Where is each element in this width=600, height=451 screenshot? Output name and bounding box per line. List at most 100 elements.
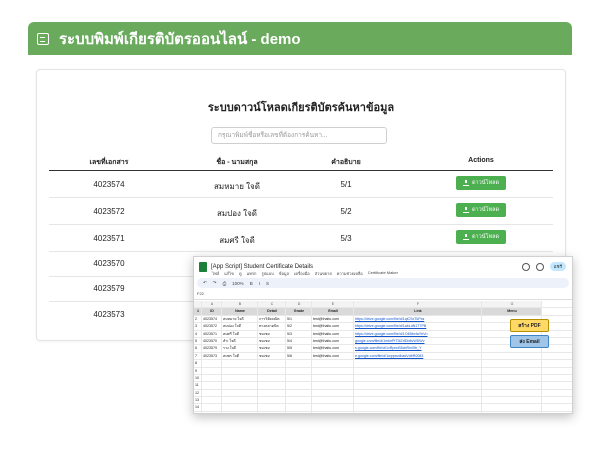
name-cell: สมศรี ใจดี — [219, 236, 255, 245]
menu-tools[interactable]: เครื่องมือ — [294, 270, 310, 277]
col-letter[interactable]: F — [354, 301, 482, 308]
row-number[interactable]: 14 — [194, 404, 202, 411]
cell[interactable]: 4023571 — [202, 330, 222, 337]
menu-view[interactable]: ดู — [239, 270, 242, 277]
cell[interactable]: 4023579 — [202, 345, 222, 352]
zoom-select[interactable]: 100% — [232, 281, 244, 286]
cell[interactable]: test@thaitu.com — [312, 330, 354, 337]
header-cell[interactable]: Email — [312, 308, 354, 315]
cell[interactable]: สมหมาย ใจดี — [222, 315, 258, 323]
download-button[interactable]: ดาวน์โหลด — [456, 176, 506, 190]
row-number[interactable]: 12 — [194, 389, 202, 397]
row-number[interactable]: 15 — [194, 411, 202, 413]
menu-help[interactable]: ความช่วยเหลือ — [337, 270, 363, 277]
cell[interactable]: ชมเชย — [258, 345, 286, 352]
row-number[interactable]: 1 — [194, 308, 202, 315]
comment-icon[interactable] — [535, 262, 544, 271]
link-cell[interactable]: google.com/file/d/1mkePIT3tZrfDb8vWDWv — [354, 337, 482, 345]
row-number[interactable]: 10 — [194, 374, 202, 382]
undo-icon[interactable]: ↶ — [203, 280, 207, 286]
row-number[interactable]: 13 — [194, 397, 202, 404]
strikethrough-icon[interactable]: S — [266, 281, 269, 286]
send-email-button[interactable]: ส่ง Email — [510, 335, 549, 348]
row-number[interactable]: 9 — [194, 367, 202, 374]
search-input[interactable] — [211, 127, 387, 144]
col-letter[interactable]: A — [202, 301, 222, 308]
header-cell[interactable]: Link — [354, 308, 482, 315]
menu-edit[interactable]: แก้ไข — [224, 270, 234, 277]
cell[interactable]: 5/4 — [286, 337, 312, 345]
row-number[interactable]: 3 — [194, 323, 202, 330]
cell[interactable] — [482, 352, 542, 360]
cell[interactable]: สมศรี ใจดี — [222, 330, 258, 337]
row-number[interactable]: 2 — [194, 315, 202, 323]
bold-icon[interactable]: B — [250, 281, 253, 286]
row-number[interactable]: 7 — [194, 352, 202, 360]
menu-format[interactable]: รูปแบบ — [261, 270, 273, 277]
cell[interactable]: สมพร ใจดี — [222, 352, 258, 360]
menu-data[interactable]: ข้อมูล — [279, 270, 289, 277]
header-cell[interactable]: Name — [222, 308, 258, 315]
link-cell[interactable]: https://drive.google.com/file/d/1qiCSxTk… — [354, 315, 482, 323]
create-pdf-button[interactable]: สร้าง PDF — [510, 319, 549, 332]
col-letter[interactable]: B — [222, 301, 258, 308]
cell[interactable]: 4023570 — [202, 337, 222, 345]
cell[interactable]: test@thaitu.com — [312, 337, 354, 345]
col-letter[interactable]: C — [258, 301, 286, 308]
cell[interactable]: ชมเชย — [258, 337, 286, 345]
sheet-row: 8 — [194, 360, 572, 368]
download-label: ดาวน์โหลด — [471, 234, 500, 240]
italic-icon[interactable]: I — [259, 281, 260, 286]
header-cell[interactable]: Grade — [286, 308, 312, 315]
cell[interactable]: test@thaitu.com — [312, 323, 354, 330]
row-number[interactable]: 4 — [194, 330, 202, 337]
cell[interactable]: test@thaitu.com — [312, 315, 354, 323]
cell[interactable]: 4023572 — [202, 323, 222, 330]
menu-certificate-maker[interactable]: Certificate Maker — [368, 270, 398, 277]
cell[interactable]: สำเ ใจดี — [222, 337, 258, 345]
share-button[interactable]: แชร์ — [549, 262, 566, 271]
header-cell[interactable]: Detail — [258, 308, 286, 315]
cell[interactable]: ชมเชย — [258, 352, 286, 360]
cell[interactable]: การวิจัยคณิต — [258, 315, 286, 323]
row-number[interactable]: 11 — [194, 382, 202, 389]
link-cell[interactable]: https://drive.google.com/file/d/1O4Bbcfa… — [354, 330, 482, 337]
menu-file[interactable]: ไฟล์ — [212, 270, 219, 277]
download-button[interactable]: ดาวน์โหลด — [456, 203, 506, 217]
download-icon — [462, 180, 469, 186]
menu-extensions[interactable]: ส่วนขยาย — [315, 270, 332, 277]
cell[interactable]: สมปอง ใจดี — [222, 323, 258, 330]
cell[interactable]: 5/1 — [286, 315, 312, 323]
cell[interactable]: test@thaitu.com — [312, 345, 354, 352]
sheet-row: 11 — [194, 382, 572, 390]
col-letter[interactable]: D — [286, 301, 312, 308]
formula-bar[interactable]: F22 — [194, 291, 572, 300]
cell[interactable]: 5/5 — [286, 345, 312, 352]
row-number[interactable]: 8 — [194, 360, 202, 367]
col-letter[interactable]: E — [312, 301, 354, 308]
col-letter[interactable]: G — [482, 301, 542, 308]
cell[interactable]: ทางตลาดบิต — [258, 323, 286, 330]
row-number[interactable]: 6 — [194, 345, 202, 352]
cell[interactable]: 5/2 — [286, 323, 312, 330]
cell[interactable]: 5/3 — [286, 330, 312, 337]
link-cell[interactable]: s.google.com/file/d/1vRpnnB5cbRm0fb_Y — [354, 345, 482, 352]
cell[interactable]: ชมเชย — [258, 330, 286, 337]
doc-no-cell: 4023573 — [93, 310, 125, 319]
print-icon[interactable]: ⎙ — [223, 281, 227, 286]
history-icon[interactable] — [521, 262, 530, 271]
doc-no-cell: 4023572 — [93, 207, 125, 216]
cell[interactable]: test@thaitu.com — [312, 352, 354, 360]
download-button[interactable]: ดาวน์โหลด — [456, 230, 506, 244]
row-number[interactable]: 5 — [194, 337, 202, 345]
menu-insert[interactable]: แทรก — [247, 270, 257, 277]
cell[interactable]: 4023574 — [202, 315, 222, 323]
link-cell[interactable]: e.google.com/file/d/1wppsvdbadVdbR0083 — [354, 352, 482, 360]
cell[interactable]: 5/6 — [286, 352, 312, 360]
cell[interactable]: 4023573 — [202, 352, 222, 360]
link-cell[interactable]: https://drive.google.com/file/d/1abLdN1T… — [354, 323, 482, 330]
header-cell[interactable]: Menu — [482, 308, 542, 315]
redo-icon[interactable]: ↷ — [213, 280, 217, 286]
header-cell[interactable]: ID — [202, 308, 222, 315]
cell[interactable]: รวง ใจดี — [222, 345, 258, 352]
